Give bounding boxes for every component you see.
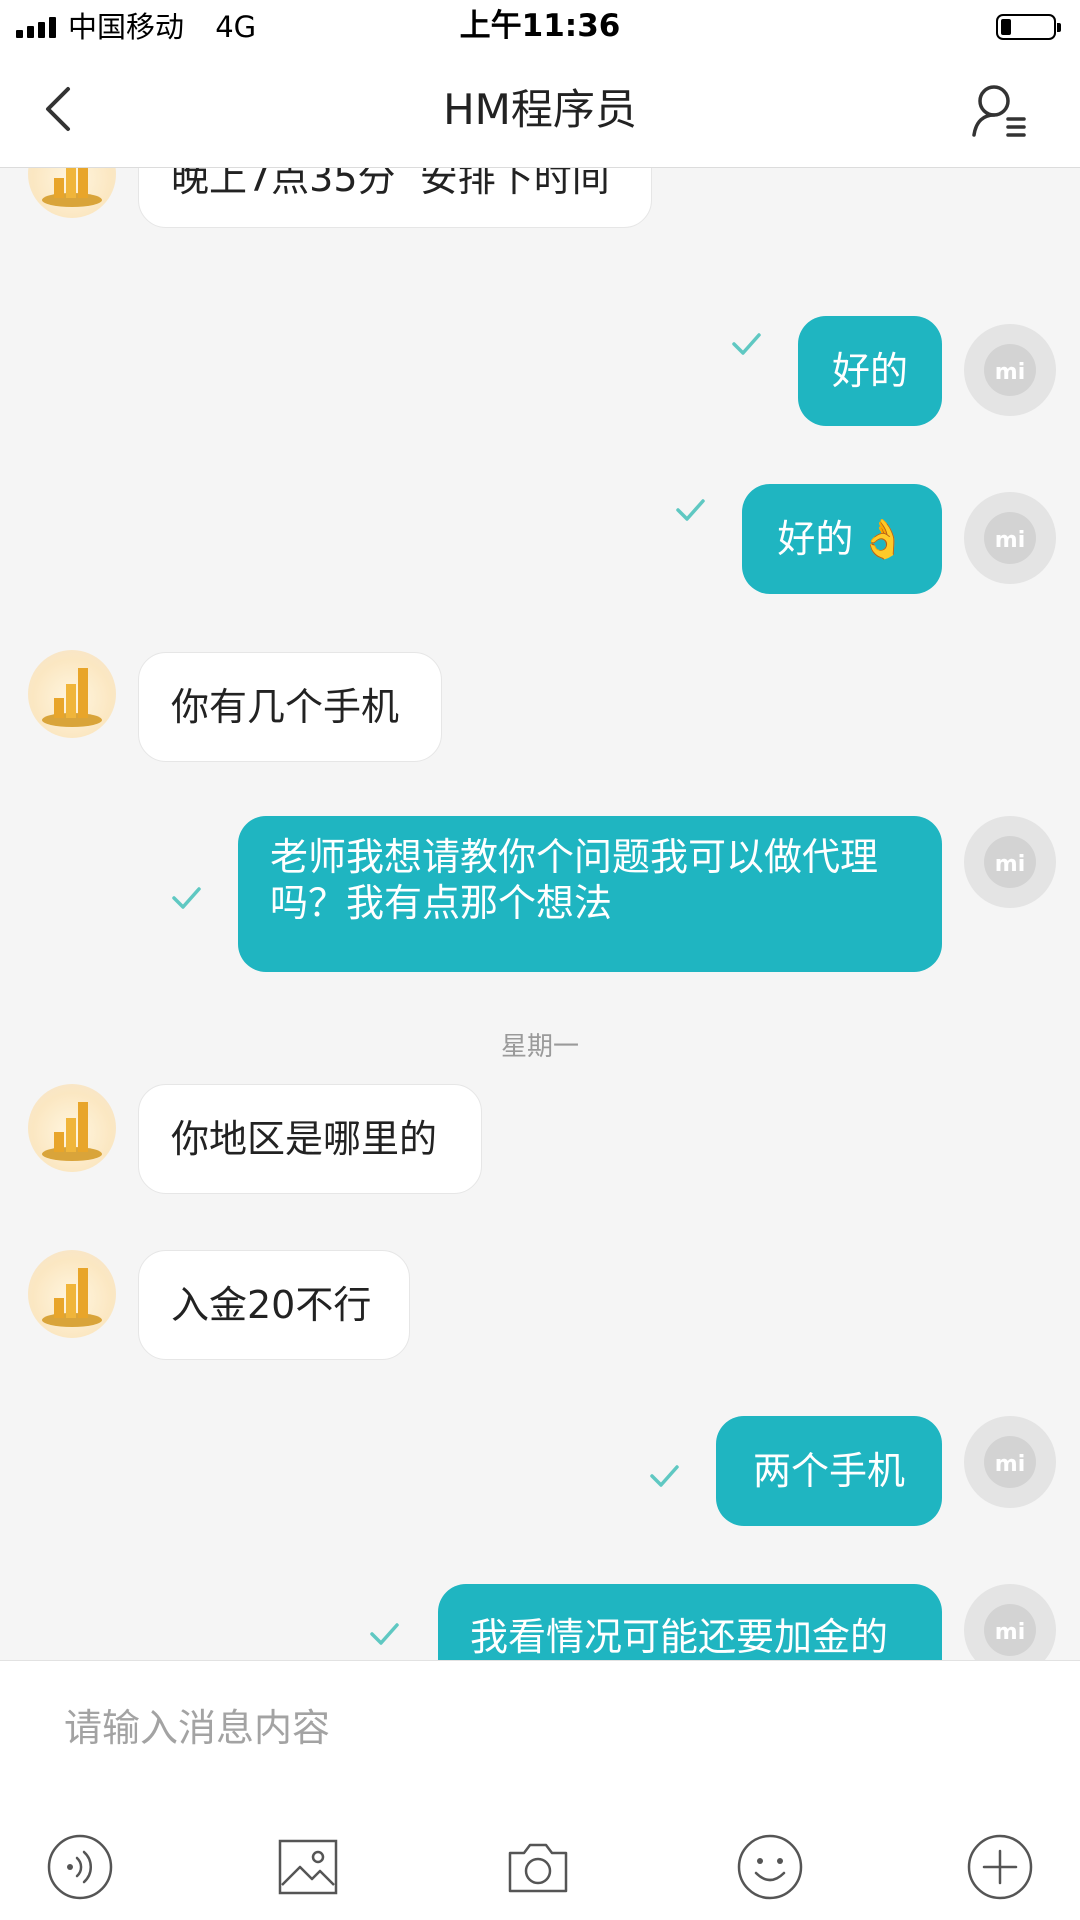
my-avatar[interactable]: mi (964, 1584, 1056, 1660)
more-button[interactable] (964, 1831, 1036, 1903)
mi-logo-icon: mi (984, 344, 1036, 396)
emoji-icon (737, 1834, 803, 1900)
camera-button[interactable] (502, 1831, 574, 1903)
my-avatar[interactable]: mi (964, 324, 1056, 416)
message-text: 你有几个手机 (171, 685, 400, 729)
mi-logo-icon: mi (984, 1436, 1036, 1488)
read-check-icon (644, 1456, 684, 1496)
contact-profile-button[interactable] (968, 79, 1032, 143)
battery-icon (996, 14, 1061, 40)
my-avatar[interactable]: mi (964, 816, 1056, 908)
message-text: 入金20不行 (171, 1283, 372, 1327)
read-check-icon (670, 490, 710, 530)
message-input[interactable] (40, 1683, 1040, 1773)
status-bar: 中国移动 4G 上午11:36 (0, 0, 1080, 55)
svg-text:mi: mi (995, 528, 1025, 553)
message-bubble-incoming[interactable]: 你地区是哪里的 (138, 1084, 482, 1194)
svg-text:mi: mi (995, 852, 1025, 877)
contact-avatar[interactable] (28, 650, 116, 738)
my-avatar[interactable]: mi (964, 492, 1056, 584)
svg-text:mi: mi (995, 360, 1025, 385)
plus-icon (967, 1834, 1033, 1900)
my-avatar[interactable]: mi (964, 1416, 1056, 1508)
message-bubble-outgoing[interactable]: 我看情况可能还要加金的 (438, 1584, 942, 1660)
page-title: HM程序员 (443, 85, 637, 134)
input-area (0, 1660, 1080, 1920)
message-text: 老师我想请教你个问题我可以做代理吗？我有点那个想法 (270, 835, 879, 925)
voice-icon (47, 1834, 113, 1900)
mi-logo-icon: mi (984, 1604, 1036, 1656)
mi-logo-icon: mi (984, 836, 1036, 888)
message-bubble-outgoing[interactable]: 老师我想请教你个问题我可以做代理吗？我有点那个想法 (238, 816, 942, 972)
message-bubble-incoming[interactable]: 晚上7点35分 安排下时间 (138, 168, 652, 228)
message-text: 晚上7点35分 安排下时间 (171, 168, 610, 200)
mi-logo-icon: mi (984, 512, 1036, 564)
message-text: 好的 (831, 349, 908, 393)
camera-icon (508, 1843, 568, 1893)
chat-screen: 中国移动 4G 上午11:36 HM程序员 晚上7点35分 安排下时间 好的 m… (0, 0, 1080, 1920)
date-divider: 星期一 (500, 1032, 579, 1062)
contact-avatar[interactable] (28, 168, 116, 218)
contact-avatar[interactable] (28, 1084, 116, 1172)
message-bubble-outgoing[interactable]: 两个手机 (716, 1416, 942, 1526)
message-bubble-incoming[interactable]: 你有几个手机 (138, 652, 442, 762)
svg-text:mi: mi (995, 1452, 1025, 1477)
message-bubble-outgoing[interactable]: 好的 👌 (742, 484, 942, 594)
svg-text:mi: mi (995, 1620, 1025, 1645)
read-check-icon (726, 324, 766, 364)
gold-coins-avatar-icon (42, 668, 102, 727)
read-check-icon (166, 878, 206, 918)
message-bubble-incoming[interactable]: 入金20不行 (138, 1250, 410, 1360)
user-list-icon (972, 85, 1026, 137)
status-time: 上午11:36 (459, 8, 621, 44)
message-text: 好的 (777, 517, 854, 561)
ok-hand-emoji-icon: 👌 (859, 517, 907, 561)
gold-coins-avatar-icon (42, 1268, 102, 1327)
gold-coins-avatar-icon (42, 1102, 102, 1161)
read-check-icon (364, 1614, 404, 1654)
message-text: 我看情况可能还要加金的 (470, 1615, 889, 1659)
message-text: 你地区是哪里的 (171, 1117, 438, 1161)
message-list[interactable]: 晚上7点35分 安排下时间 好的 mi 好的 👌 mi 你有几个手机 老师我想请… (0, 168, 1080, 1660)
gold-coins-avatar-icon (42, 168, 102, 207)
emoji-button[interactable] (734, 1831, 806, 1903)
message-text: 两个手机 (752, 1449, 905, 1493)
image-button[interactable] (272, 1831, 344, 1903)
message-bubble-outgoing[interactable]: 好的 (798, 316, 942, 426)
image-icon (278, 1839, 338, 1895)
voice-button[interactable] (44, 1831, 116, 1903)
nav-bar: HM程序员 (0, 55, 1080, 168)
contact-avatar[interactable] (28, 1250, 116, 1338)
